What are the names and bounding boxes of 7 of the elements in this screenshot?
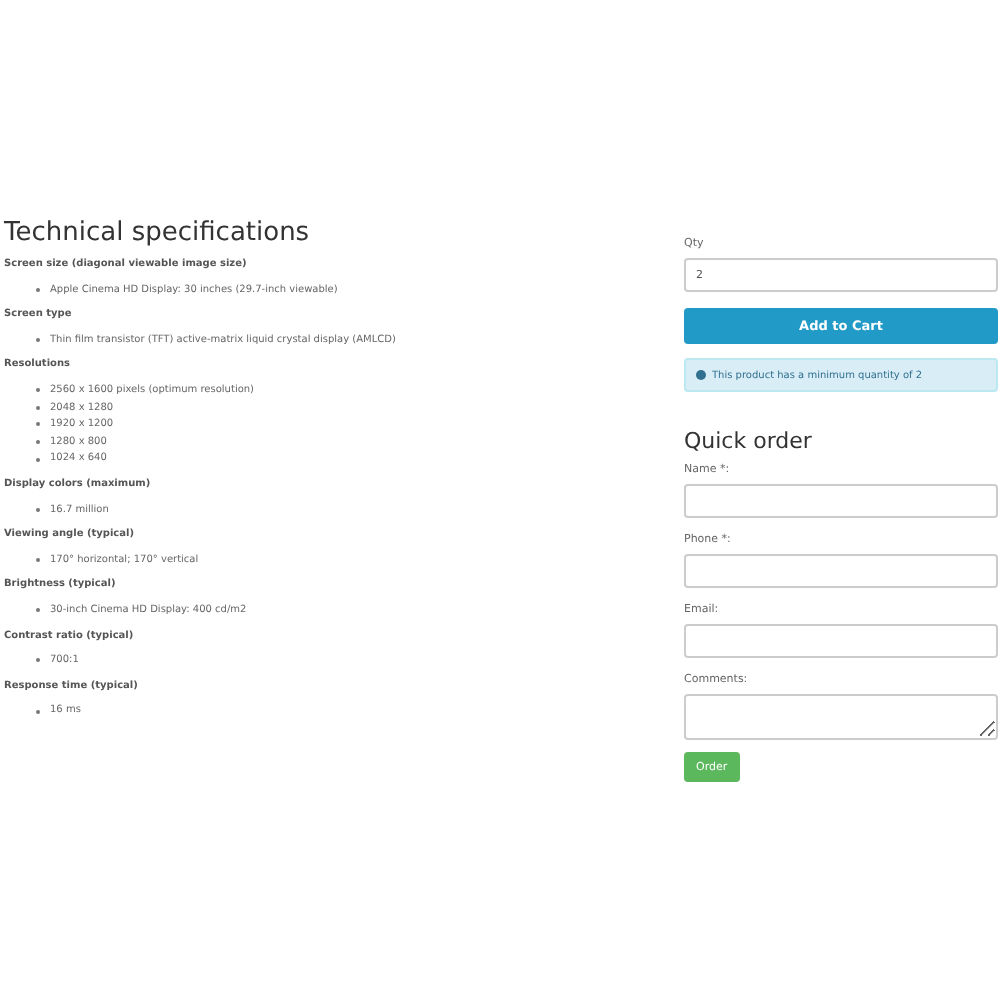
input-field[interactable] [684,624,998,658]
section-title: Quick order [684,428,814,454]
input-field[interactable] [684,554,998,588]
section-title: Technical specifications [4,218,312,248]
info-icon [696,370,706,380]
input-field[interactable] [684,484,998,518]
comments-field[interactable] [684,694,998,740]
